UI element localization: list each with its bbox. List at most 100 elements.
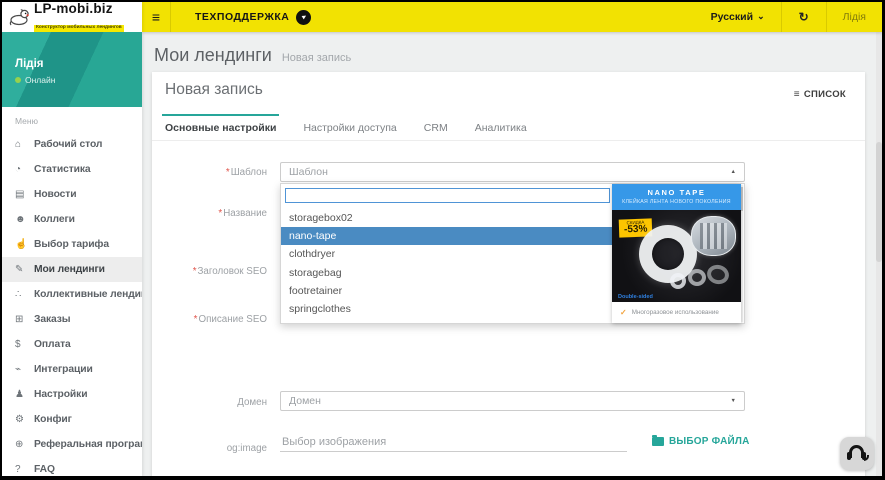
tape-ring-graphic bbox=[705, 262, 731, 287]
sidebar-item[interactable]: ◔ Статистика bbox=[2, 157, 142, 182]
tab-label: CRM bbox=[423, 122, 448, 134]
template-select[interactable]: Шаблон ▲ bbox=[280, 162, 745, 182]
template-option-label: storagebox02 bbox=[289, 212, 353, 225]
chevron-down-icon: ▼ bbox=[730, 398, 736, 404]
sidebar-item[interactable]: ⌁ Интеграции bbox=[2, 357, 142, 382]
required-mark: * bbox=[193, 314, 198, 325]
preview-feature-row: ✓ Многоразовое использование bbox=[612, 302, 741, 323]
news-icon: ▤ bbox=[15, 189, 25, 200]
card-title: Новая запись bbox=[165, 81, 263, 98]
tab-label: Аналитика bbox=[474, 122, 527, 134]
sidebar-item-label: Мои лендинги bbox=[34, 264, 105, 275]
template-option-label: clothdryer bbox=[289, 248, 336, 261]
support-label: ТЕХПОДДЕРЖКА bbox=[195, 11, 290, 23]
language-selector[interactable]: Русский ⌄ bbox=[711, 11, 781, 23]
logo: LP-mobi.biz Конструктор мобильных лендин… bbox=[2, 2, 142, 32]
headset-icon bbox=[846, 445, 869, 462]
tab[interactable]: Аналитика bbox=[475, 112, 527, 140]
referral-icon: ⊕ bbox=[15, 439, 24, 450]
template-option[interactable]: clothdryer bbox=[281, 245, 612, 263]
integrations-icon: ⌁ bbox=[15, 364, 22, 375]
tab[interactable]: CRM bbox=[424, 112, 448, 140]
page-title: Мои лендинги bbox=[154, 45, 272, 65]
payment-icon: $ bbox=[15, 339, 21, 350]
tariff-icon: ☝ bbox=[15, 239, 28, 250]
sidebar-item-label: Интеграции bbox=[34, 364, 93, 375]
sidebar-item[interactable]: ☻ Коллеги bbox=[2, 207, 142, 232]
statistics-icon: ◔ bbox=[15, 164, 22, 175]
sidebar-item[interactable]: $ Оплата bbox=[2, 332, 142, 357]
template-search-input[interactable] bbox=[285, 188, 610, 203]
template-dropdown-panel: storagebox02 nano-tape clothdryer storag… bbox=[280, 183, 745, 324]
sidebar-item-label: Коллективные лендинги bbox=[34, 289, 142, 300]
choose-file-button[interactable]: ВЫБОР ФАЙЛА bbox=[646, 435, 756, 448]
sidebar-item[interactable]: ⌂ Рабочий стол bbox=[2, 132, 142, 157]
my-landings-icon: ✎ bbox=[15, 264, 24, 275]
chevron-up-icon: ▲ bbox=[730, 169, 736, 175]
sidebar-item[interactable]: ✎ Мои лендинги bbox=[2, 257, 142, 282]
template-option[interactable]: springclothes bbox=[281, 300, 612, 318]
preview-product-image: СКИДКА -53% Double-sided bbox=[612, 210, 741, 302]
template-option[interactable]: storagebox02 bbox=[281, 209, 612, 227]
language-label: Русский bbox=[710, 11, 754, 23]
preview-inset-photo bbox=[691, 216, 736, 256]
name-field-label: *Название bbox=[218, 208, 267, 219]
sidebar-item[interactable]: ⊞ Заказы bbox=[2, 307, 142, 332]
topbar: ≡ ТЕХПОДДЕРЖКА ▸ Русский ⌄ ↻ Лідія bbox=[142, 2, 882, 32]
sidebar-item[interactable]: ☝ Выбор тарифа bbox=[2, 232, 142, 257]
page-scrollbar[interactable] bbox=[876, 32, 882, 476]
preview-header: NANO TAPE КЛЕЙКАЯ ЛЕНТА НОВОГО ПОКОЛЕНИЯ bbox=[612, 184, 741, 210]
refresh-icon[interactable]: ↻ bbox=[782, 10, 826, 24]
sidebar: LP-mobi.biz Конструктор мобильных лендин… bbox=[2, 2, 142, 476]
support-chat-widget[interactable] bbox=[840, 437, 874, 470]
preview-watermark: Double-sided bbox=[618, 294, 653, 300]
logo-tagline: Конструктор мобильных лендингов bbox=[34, 24, 124, 32]
sidebar-item-label: Заказы bbox=[34, 314, 71, 325]
breadcrumb: Новая запись bbox=[281, 52, 352, 64]
sidebar-item[interactable]: ∴ Коллективные лендинги bbox=[2, 282, 142, 307]
sidebar-item-label: Реферальная программа bbox=[34, 439, 142, 450]
preview-feature-label: Многоразовое использование bbox=[631, 309, 719, 316]
sidebar-item[interactable]: ♟ Настройки bbox=[2, 382, 142, 407]
template-option[interactable]: storagebag bbox=[281, 264, 612, 282]
template-select-placeholder: Шаблон bbox=[289, 166, 328, 178]
telegram-icon: ▸ bbox=[296, 9, 312, 25]
sidebar-item[interactable]: ▤ Новости bbox=[2, 182, 142, 207]
hamburger-menu-icon[interactable]: ≡ bbox=[142, 9, 170, 25]
sidebar-item-label: Рабочий стол bbox=[34, 139, 103, 150]
page-scrollbar-thumb[interactable] bbox=[876, 142, 882, 262]
online-status-dot bbox=[15, 77, 21, 83]
tab[interactable]: Настройки доступа bbox=[303, 112, 396, 140]
sidebar-item-label: Оплата bbox=[34, 339, 71, 350]
chevron-down-icon: ⌄ bbox=[757, 11, 765, 22]
domain-select-placeholder: Домен bbox=[289, 395, 321, 407]
template-option-label: springclothes bbox=[289, 303, 351, 316]
domain-select[interactable]: Домен ▼ bbox=[280, 391, 745, 411]
config-icon: ⚙ bbox=[15, 414, 24, 425]
tab[interactable]: Основные настройки bbox=[161, 112, 280, 140]
check-icon: ✓ bbox=[620, 308, 627, 317]
user-name: Лідія bbox=[15, 58, 44, 70]
sidebar-item[interactable]: ⚙ Конфиг bbox=[2, 407, 142, 432]
seo-description-field-label: *Описание SEO bbox=[193, 314, 267, 325]
support-button[interactable]: ТЕХПОДДЕРЖКА ▸ bbox=[171, 2, 327, 32]
sidebar-item[interactable]: ? FAQ bbox=[2, 457, 142, 476]
sidebar-item-label: FAQ bbox=[34, 464, 55, 475]
folder-icon bbox=[652, 435, 664, 446]
template-preview-image: NANO TAPE КЛЕЙКАЯ ЛЕНТА НОВОГО ПОКОЛЕНИЯ… bbox=[612, 184, 741, 323]
list-button[interactable]: ≡ СПИСОК bbox=[788, 88, 852, 101]
sidebar-item-label: Новости bbox=[34, 189, 77, 200]
sidebar-item[interactable]: ⊕ Реферальная программа bbox=[2, 432, 142, 457]
logo-title: LP-mobi.biz bbox=[34, 2, 113, 17]
app-window: LP-mobi.biz Конструктор мобильных лендин… bbox=[2, 2, 882, 476]
template-option[interactable]: nano-tape bbox=[281, 227, 612, 246]
og-image-input[interactable] bbox=[280, 433, 627, 452]
settings-icon: ♟ bbox=[15, 389, 24, 400]
sidebar-item-label: Выбор тарифа bbox=[34, 239, 109, 250]
user-panel: Лідія Онлайн bbox=[2, 32, 142, 107]
template-field-label: *Шаблон bbox=[225, 167, 267, 178]
menu-section-label: Меню bbox=[15, 116, 38, 126]
tab-label: Основные настройки bbox=[165, 122, 277, 134]
template-option[interactable]: footretainer bbox=[281, 282, 612, 300]
topbar-username[interactable]: Лідія bbox=[827, 11, 882, 23]
